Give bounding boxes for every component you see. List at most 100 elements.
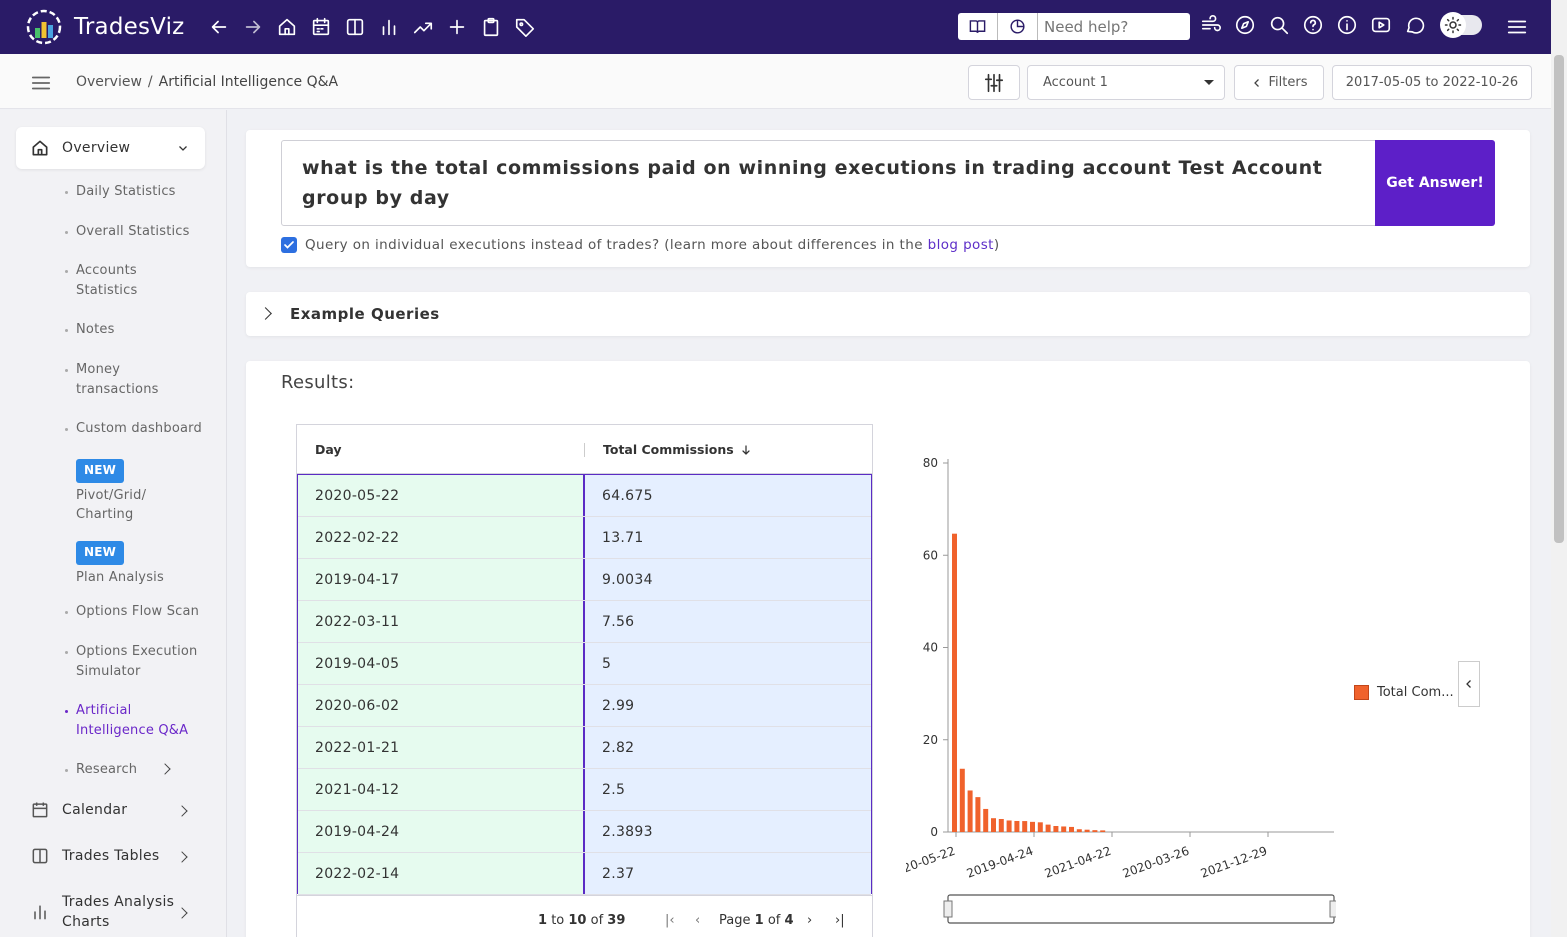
cell-day[interactable]: 2019-04-17 — [298, 559, 585, 600]
sidebar-item-daily-statistics[interactable]: Daily Statistics — [65, 182, 176, 202]
table-row[interactable]: 2020-05-22 64.675 — [298, 475, 871, 517]
cell-day[interactable]: 2022-02-14 — [298, 853, 585, 894]
example-queries-panel[interactable]: Example Queries — [246, 292, 1530, 336]
top-navbar: TradesViz — [0, 0, 1551, 54]
sidebar: Overview Daily Statistics Overall Statis… — [0, 110, 227, 937]
get-answer-button[interactable]: Get Answer! — [1375, 140, 1495, 226]
calendar-icon[interactable] — [308, 14, 334, 40]
table-row[interactable]: 2020-06-02 2.99 — [298, 685, 871, 727]
sidebar-item-custom-dashboard[interactable]: Custom dashboard — [65, 419, 202, 439]
sidebar-item-calendar[interactable]: Calendar — [30, 800, 127, 820]
compass-icon[interactable] — [1232, 12, 1258, 38]
x-tick-label: 2020-05-22 — [906, 844, 957, 881]
last-page-icon[interactable]: ›| — [835, 913, 845, 928]
cell-day[interactable]: 2022-02-22 — [298, 517, 585, 558]
next-page-icon[interactable]: › — [807, 913, 812, 928]
query-textarea[interactable]: what is the total commissions paid on wi… — [281, 140, 1376, 226]
info-icon[interactable] — [1334, 12, 1360, 38]
sidebar-item-notes[interactable]: Notes — [65, 320, 115, 340]
cell-day[interactable]: 2022-01-21 — [298, 727, 585, 768]
cell-day[interactable]: 2019-04-05 — [298, 643, 585, 684]
sidebar-item-options-flow-scan[interactable]: Options Flow Scan — [65, 602, 199, 622]
filters-button[interactable]: Filters — [1234, 65, 1324, 100]
cell-total-commissions[interactable]: 64.675 — [585, 475, 871, 516]
cell-total-commissions[interactable]: 9.0034 — [585, 559, 871, 600]
theme-toggle[interactable] — [1440, 12, 1482, 38]
bar-chart-icon[interactable] — [376, 14, 402, 40]
cell-day[interactable]: 2019-04-24 — [298, 811, 585, 852]
cell-day[interactable]: 2020-05-22 — [298, 475, 585, 516]
cell-total-commissions[interactable]: 13.71 — [585, 517, 871, 558]
page-scrollbar[interactable] — [1551, 0, 1567, 937]
blog-post-link[interactable]: blog post — [928, 237, 994, 253]
chart-panel-toggle[interactable] — [1458, 661, 1480, 707]
sidebar-item-overall-statistics[interactable]: Overall Statistics — [65, 222, 190, 242]
home-icon[interactable] — [274, 14, 300, 40]
chart-legend[interactable]: Total Com... — [1354, 685, 1454, 700]
question-icon[interactable] — [1300, 12, 1326, 38]
cell-total-commissions[interactable]: 7.56 — [585, 601, 871, 642]
cell-total-commissions[interactable]: 2.37 — [585, 853, 871, 894]
trend-up-icon[interactable] — [410, 14, 436, 40]
brand[interactable]: TradesViz — [26, 9, 184, 45]
columns-icon[interactable] — [342, 14, 368, 40]
sidebar-toggle-icon[interactable] — [30, 72, 52, 98]
sidebar-item-money-transactions[interactable]: Money transactions — [65, 360, 175, 399]
scrollbar-thumb[interactable] — [1554, 55, 1564, 543]
sidebar-item-trades-analysis-charts[interactable]: Trades Analysis Charts — [30, 892, 182, 932]
sidebar-item-overview[interactable]: Overview — [16, 127, 205, 169]
arrow-right-icon[interactable] — [240, 14, 266, 40]
cell-total-commissions[interactable]: 2.5 — [585, 769, 871, 810]
settings-button[interactable] — [968, 65, 1020, 100]
cell-day[interactable]: 2022-03-11 — [298, 601, 585, 642]
bar — [1014, 820, 1020, 832]
account-select[interactable]: Account 1 — [1027, 65, 1225, 100]
help-search-input[interactable] — [1038, 17, 1186, 36]
date-range-picker[interactable]: 2017-05-05 to 2022-10-26 — [1332, 65, 1532, 100]
wind-icon[interactable] — [1198, 12, 1224, 38]
table-row[interactable]: 2022-03-11 7.56 — [298, 601, 871, 643]
table-row[interactable]: 2022-02-22 13.71 — [298, 517, 871, 559]
youtube-icon[interactable] — [1368, 12, 1394, 38]
bar — [1076, 829, 1082, 832]
table-row[interactable]: 2019-04-05 5 — [298, 643, 871, 685]
sidebar-item-plan-analysis[interactable]: NEW Plan Analysis — [65, 541, 164, 587]
sidebar-item-accounts-statistics[interactable]: Accounts Statistics — [65, 261, 165, 300]
executions-checkbox[interactable] — [281, 237, 297, 253]
plus-icon[interactable] — [444, 14, 470, 40]
book-icon[interactable] — [958, 13, 998, 40]
tag-icon[interactable] — [512, 14, 538, 40]
breadcrumb-separator: / — [147, 74, 153, 90]
sidebar-item-trades-tables[interactable]: Trades Tables — [30, 846, 159, 866]
sidebar-item-options-execution-simulator[interactable]: Options Execution Simulator — [65, 642, 205, 681]
previous-page-icon[interactable]: ‹ — [695, 913, 700, 928]
table-row[interactable]: 2019-04-17 9.0034 — [298, 559, 871, 601]
chat-icon[interactable] — [1402, 12, 1428, 38]
column-header-total-commissions[interactable]: Total Commissions — [603, 442, 752, 457]
range-handle-right[interactable] — [1329, 900, 1336, 918]
clipboard-icon[interactable] — [478, 14, 504, 40]
pie-chart-icon[interactable] — [998, 13, 1038, 40]
cell-total-commissions[interactable]: 2.3893 — [585, 811, 871, 852]
menu-icon[interactable] — [1506, 16, 1528, 42]
first-page-icon[interactable]: |‹ — [665, 913, 675, 928]
table-row[interactable]: 2021-04-12 2.5 — [298, 769, 871, 811]
sidebar-item-pivot-grid-charting[interactable]: NEW Pivot/Grid/ Charting — [65, 459, 175, 525]
column-divider[interactable] — [584, 443, 585, 457]
cell-total-commissions[interactable]: 2.99 — [585, 685, 871, 726]
range-handle-left[interactable] — [943, 900, 953, 918]
arrow-left-icon[interactable] — [206, 14, 232, 40]
column-header-day[interactable]: Day — [315, 442, 342, 457]
table-row[interactable]: 2022-01-21 2.82 — [298, 727, 871, 769]
table-row[interactable]: 2019-04-24 2.3893 — [298, 811, 871, 853]
search-icon[interactable] — [1266, 12, 1292, 38]
table-row[interactable]: 2022-02-14 2.37 — [298, 853, 871, 895]
cell-day[interactable]: 2021-04-12 — [298, 769, 585, 810]
results-card: Results: Day Total Commissions 2020-05-2… — [246, 361, 1530, 937]
breadcrumb-root[interactable]: Overview — [76, 74, 142, 90]
sidebar-item-ai-qa[interactable]: Artificial Intelligence Q&A — [65, 701, 205, 740]
sidebar-item-research[interactable]: Research — [65, 760, 137, 780]
cell-day[interactable]: 2020-06-02 — [298, 685, 585, 726]
cell-total-commissions[interactable]: 2.82 — [585, 727, 871, 768]
cell-total-commissions[interactable]: 5 — [585, 643, 871, 684]
